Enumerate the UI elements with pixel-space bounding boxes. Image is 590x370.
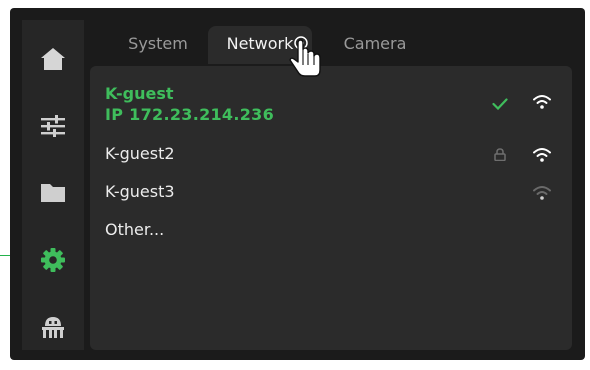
sliders-icon [41,115,65,137]
network-list-panel: K-guest IP 172.23.214.236 K-guest2 K-gue… [90,66,572,350]
sidebar [22,20,84,350]
tab-camera[interactable]: Camera [330,26,420,64]
checkmark-icon [492,98,508,110]
sidebar-item-settings[interactable] [22,229,84,291]
wifi-signal-weak-icon [533,186,551,200]
sidebar-item-adjustments[interactable] [22,95,84,157]
wifi-signal-strong-icon [533,95,551,109]
network-row-open[interactable]: K-guest3 [90,176,572,208]
robot-icon [42,317,64,338]
folder-icon [41,184,65,202]
other-network-option: Other... [105,220,165,239]
tab-system[interactable]: System [108,26,208,64]
network-row-other[interactable]: Other... [90,214,572,246]
lock-icon [494,148,506,161]
sidebar-item-robot[interactable] [22,296,84,358]
network-row-connected[interactable]: K-guest IP 172.23.214.236 [90,80,572,128]
gear-icon [41,248,65,272]
device-screen: System Network Camera K-guest IP 172.23.… [10,8,585,360]
home-icon [41,48,65,70]
network-ip-address: IP 172.23.214.236 [105,105,275,124]
network-name: K-guest [105,84,174,103]
network-name: K-guest3 [105,182,175,201]
wifi-signal-strong-icon [533,148,551,162]
sidebar-item-home[interactable] [22,28,84,90]
network-row-locked[interactable]: K-guest2 [90,138,572,170]
tab-bar: System Network Camera [90,26,585,64]
sidebar-item-files[interactable] [22,162,84,224]
hand-pointer-icon [289,36,321,77]
network-name: K-guest2 [105,144,175,163]
